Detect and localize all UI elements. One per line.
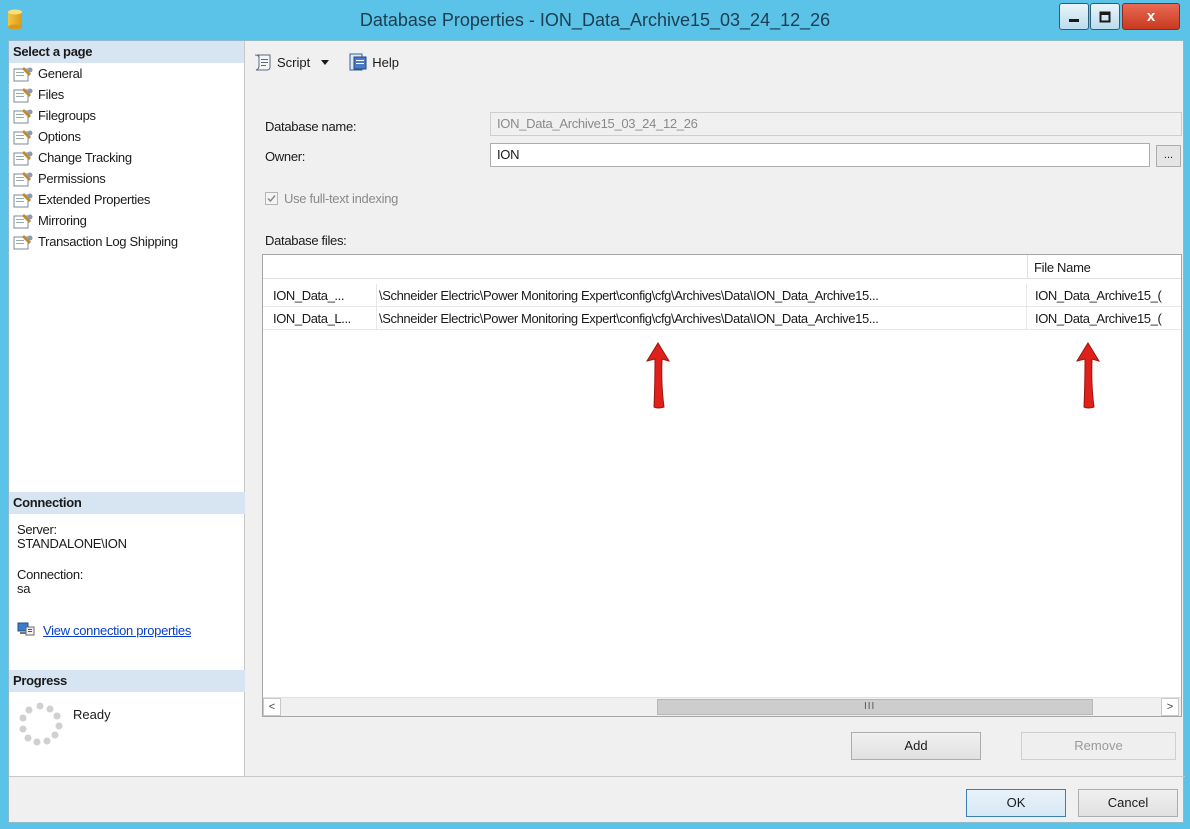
page-item-label: Permissions bbox=[38, 171, 106, 186]
script-icon bbox=[254, 54, 271, 71]
toolbar: Script Help bbox=[253, 53, 411, 71]
dialog-client-area: Select a page General Files Filegroups O… bbox=[8, 40, 1185, 823]
page-item-mirroring[interactable]: Mirroring bbox=[13, 210, 240, 231]
page-item-filegroups[interactable]: Filegroups bbox=[13, 105, 240, 126]
help-label: Help bbox=[372, 54, 399, 70]
page-item-options[interactable]: Options bbox=[13, 126, 240, 147]
page-item-label: Transaction Log Shipping bbox=[38, 234, 178, 249]
cell-file-name[interactable]: ION_Data_Archive15_( bbox=[1027, 284, 1181, 307]
page-item-label: Files bbox=[38, 87, 64, 102]
cell-file-name[interactable]: ION_Data_Archive15_( bbox=[1027, 307, 1181, 330]
view-connection-properties[interactable]: View connection properties bbox=[17, 622, 191, 638]
page-item-label: Mirroring bbox=[38, 213, 87, 228]
page-wrench-icon bbox=[13, 66, 33, 81]
window-title: Database Properties - ION_Data_Archive15… bbox=[359, 10, 831, 30]
fulltext-indexing-option: Use full-text indexing bbox=[265, 191, 398, 206]
remove-button[interactable]: Remove bbox=[1021, 732, 1176, 760]
help-icon bbox=[349, 53, 367, 71]
cell-path[interactable]: \Schneider Electric\Power Monitoring Exp… bbox=[377, 284, 1027, 307]
progress-header: Progress bbox=[9, 670, 245, 692]
footer-divider bbox=[9, 776, 1185, 777]
minimize-icon bbox=[1069, 18, 1079, 22]
page-item-label: Change Tracking bbox=[38, 150, 132, 165]
cell-logical-name[interactable]: ION_Data_L... bbox=[263, 307, 377, 330]
fulltext-label: Use full-text indexing bbox=[284, 191, 399, 206]
cell-logical-name[interactable]: ION_Data_... bbox=[263, 284, 377, 307]
left-pane: Select a page General Files Filegroups O… bbox=[9, 41, 245, 776]
maximize-button[interactable] bbox=[1090, 3, 1120, 30]
connection-label: Connection: bbox=[17, 567, 84, 582]
connection-header: Connection bbox=[9, 492, 245, 514]
page-wrench-icon bbox=[13, 171, 33, 186]
progress-spinner-icon bbox=[19, 702, 63, 746]
fulltext-checkbox bbox=[265, 192, 278, 205]
page-item-label: Extended Properties bbox=[38, 192, 151, 207]
scroll-thumb[interactable]: III bbox=[657, 699, 1093, 715]
select-page-header: Select a page bbox=[9, 41, 244, 63]
cancel-button[interactable]: Cancel bbox=[1078, 789, 1178, 817]
page-item-files[interactable]: Files bbox=[13, 84, 240, 105]
chevron-down-icon bbox=[321, 60, 330, 65]
database-name-field: ION_Data_Archive15_03_24_12_26 bbox=[490, 112, 1182, 136]
page-item-general[interactable]: General bbox=[13, 63, 240, 84]
progress-status: Ready bbox=[73, 707, 111, 722]
page-list: General Files Filegroups Options Change … bbox=[9, 63, 244, 252]
column-header-file-name[interactable]: File Name bbox=[1027, 255, 1097, 279]
page-wrench-icon bbox=[13, 87, 33, 102]
horizontal-scrollbar[interactable]: < III > bbox=[263, 697, 1181, 716]
close-button[interactable]: x bbox=[1122, 3, 1180, 30]
progress-area: Ready bbox=[17, 701, 111, 747]
page-item-label: General bbox=[38, 66, 83, 81]
table-row[interactable]: ION_Data_L... \Schneider Electric\Power … bbox=[263, 307, 1181, 330]
connection-info: Server: STANDALONE\ION Connection: sa bbox=[17, 522, 127, 596]
database-files-grid[interactable]: File Name ION_Data_... \Schneider Electr… bbox=[262, 254, 1182, 717]
page-wrench-icon bbox=[13, 234, 33, 249]
grid-header: File Name bbox=[263, 255, 1181, 279]
view-connection-properties-link[interactable]: View connection properties bbox=[43, 623, 191, 638]
database-files-label: Database files: bbox=[265, 233, 347, 248]
owner-label: Owner: bbox=[265, 149, 306, 164]
close-icon: x bbox=[1146, 8, 1156, 25]
script-button[interactable]: Script bbox=[253, 53, 336, 71]
minimize-button[interactable] bbox=[1059, 3, 1089, 30]
page-wrench-icon bbox=[13, 150, 33, 165]
table-row[interactable]: ION_Data_... \Schneider Electric\Power M… bbox=[263, 284, 1181, 307]
red-arrow-annotation-icon bbox=[645, 342, 671, 409]
script-label: Script bbox=[277, 54, 311, 70]
owner-field[interactable]: ION bbox=[490, 143, 1150, 167]
page-item-extended-properties[interactable]: Extended Properties bbox=[13, 189, 240, 210]
connection-properties-icon bbox=[17, 622, 35, 636]
cell-path[interactable]: \Schneider Electric\Power Monitoring Exp… bbox=[377, 307, 1027, 330]
page-wrench-icon bbox=[13, 213, 33, 228]
page-wrench-icon bbox=[13, 192, 33, 207]
maximize-icon bbox=[1099, 11, 1111, 22]
title-bar: Database Properties - ION_Data_Archive15… bbox=[0, 0, 1190, 40]
checkmark-icon bbox=[267, 195, 276, 203]
add-button[interactable]: Add bbox=[851, 732, 981, 760]
ok-button[interactable]: OK bbox=[966, 789, 1066, 817]
red-arrow-annotation-icon bbox=[1075, 342, 1101, 409]
scroll-thumb-grip: III bbox=[864, 701, 876, 712]
help-button[interactable]: Help bbox=[348, 53, 399, 71]
scroll-right-button[interactable]: > bbox=[1161, 698, 1179, 716]
owner-browse-button[interactable]: ... bbox=[1156, 145, 1181, 167]
page-item-transaction-log-shipping[interactable]: Transaction Log Shipping bbox=[13, 231, 240, 252]
page-wrench-icon bbox=[13, 129, 33, 144]
page-wrench-icon bbox=[13, 108, 33, 123]
scroll-left-button[interactable]: < bbox=[263, 698, 281, 716]
connection-value: sa bbox=[17, 581, 31, 596]
server-label: Server: bbox=[17, 522, 57, 537]
page-item-label: Filegroups bbox=[38, 108, 96, 123]
database-name-label: Database name: bbox=[265, 119, 357, 134]
page-item-permissions[interactable]: Permissions bbox=[13, 168, 240, 189]
page-item-change-tracking[interactable]: Change Tracking bbox=[13, 147, 240, 168]
page-item-label: Options bbox=[38, 129, 81, 144]
server-value: STANDALONE\ION bbox=[17, 536, 127, 551]
